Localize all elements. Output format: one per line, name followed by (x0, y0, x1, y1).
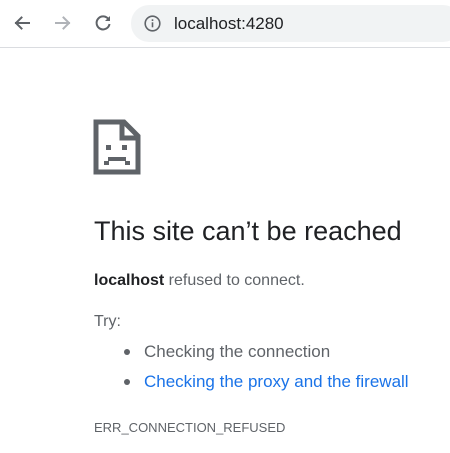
reload-button[interactable] (89, 9, 117, 37)
error-summary: localhost refused to connect. (94, 270, 305, 292)
forward-button[interactable] (49, 9, 77, 37)
error-code: ERR_CONNECTION_REFUSED (94, 420, 286, 435)
address-bar[interactable]: localhost:4280 (131, 5, 450, 42)
error-host: localhost (94, 272, 165, 289)
suggestion-item: Checking the proxy and the firewall (94, 367, 409, 397)
reload-icon (95, 15, 111, 31)
back-arrow-icon (14, 16, 30, 30)
back-button[interactable] (8, 9, 36, 37)
error-title: This site can’t be reached (94, 216, 402, 246)
suggestions-list: Checking the connection Checking the pro… (94, 337, 409, 397)
address-url[interactable]: localhost:4280 (174, 5, 284, 42)
sad-page-icon (93, 119, 141, 175)
error-summary-text: refused to connect. (164, 272, 305, 289)
suggestion-check-connection: Checking the connection (144, 342, 331, 361)
forward-arrow-icon (55, 16, 71, 30)
suggestion-check-proxy-link[interactable]: Checking the proxy and the firewall (144, 372, 409, 391)
try-label: Try: (94, 313, 121, 330)
suggestion-item: Checking the connection (94, 337, 409, 367)
browser-toolbar: localhost:4280 (0, 0, 450, 48)
info-icon[interactable] (144, 15, 161, 32)
